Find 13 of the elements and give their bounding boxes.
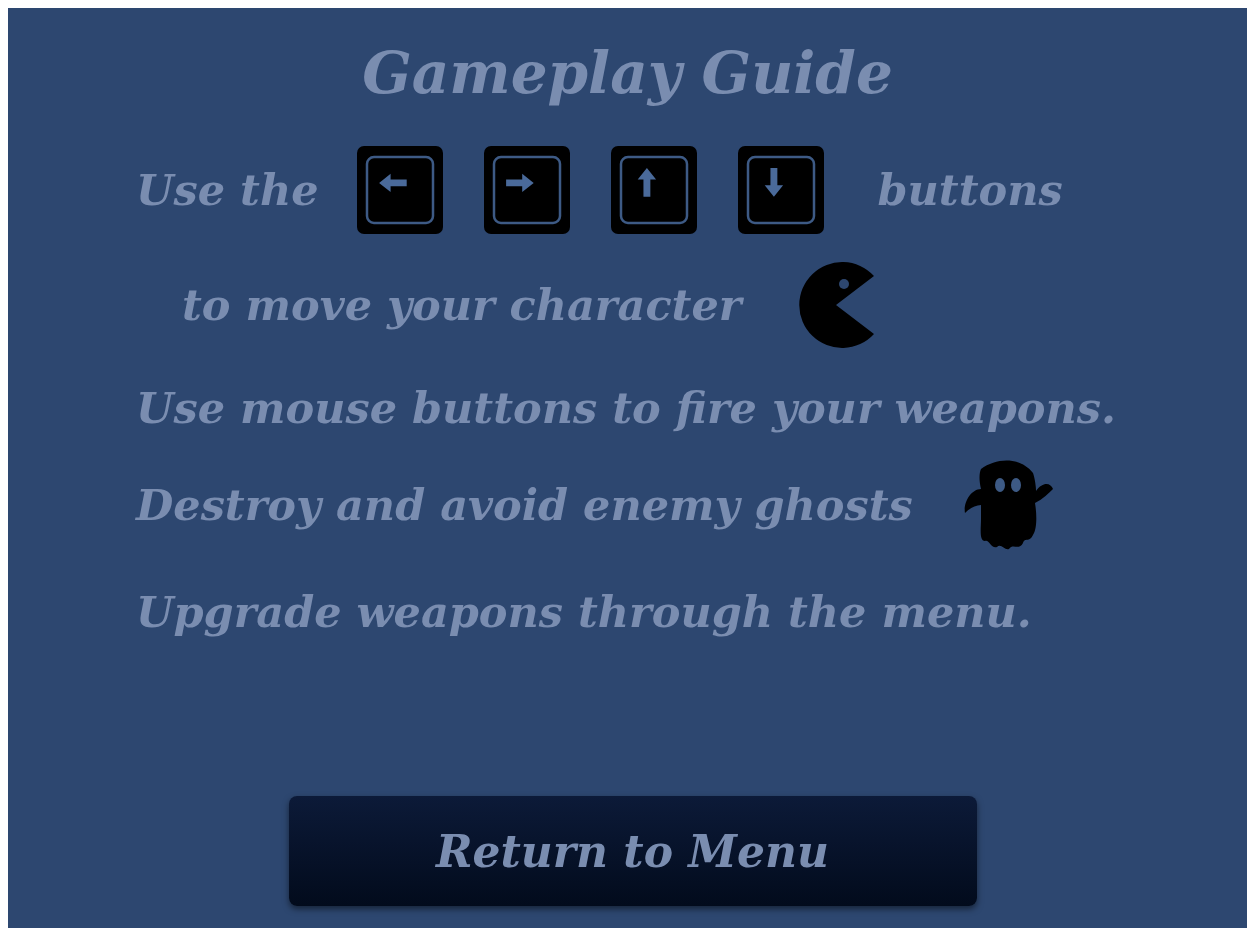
instruction-text: Use mouse buttons to fire your weapons. <box>136 383 1116 433</box>
arrow-key-icon <box>737 146 824 234</box>
arrow-key-icon <box>610 146 697 234</box>
return-button[interactable]: Return to Menu <box>288 796 977 906</box>
screen-title: Gameplay Guide <box>361 38 894 108</box>
arrow-key-icon <box>356 146 443 234</box>
instruction-text: to move your character <box>182 280 742 330</box>
instruction-text: buttons <box>877 165 1063 215</box>
instruction-text: Upgrade weapons through the menu. <box>136 587 1032 637</box>
instruction-text: Use the <box>136 165 319 215</box>
instruction-text: Destroy and avoid enemy ghosts <box>136 480 913 530</box>
arrow-key-icon <box>483 146 570 234</box>
ghost-icon <box>962 459 1053 551</box>
